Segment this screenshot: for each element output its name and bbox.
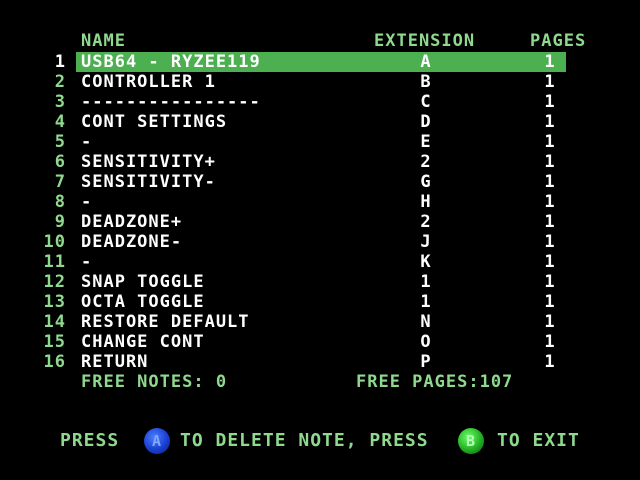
note-extension: D [420,112,432,132]
footer-delete-text: TO DELETE NOTE, PRESS [180,430,429,451]
note-name: - [81,252,93,272]
note-pages: 1 [544,252,556,272]
note-pages: 1 [544,332,556,352]
note-extension: 2 [420,212,432,232]
note-number: 8 [54,192,66,212]
note-pages: 1 [544,92,556,112]
column-header-pages: PAGES [530,31,587,51]
free-notes-count: FREE NOTES: 0 [81,372,228,392]
note-number: 3 [54,92,66,112]
note-name: ---------------- [81,92,261,112]
note-extension: E [420,132,432,152]
note-number: 7 [54,172,66,192]
note-name: CHANGE CONT [81,332,205,352]
note-pages: 1 [544,192,556,212]
note-pages: 1 [544,132,556,152]
note-extension: K [420,252,432,272]
note-extension: H [420,192,432,212]
note-extension: N [420,312,432,332]
note-number: 9 [54,212,66,232]
column-header-name: NAME [81,31,126,51]
note-pages: 1 [544,52,556,72]
note-name: USB64 - RYZEE119 [81,52,261,72]
note-number: 12 [43,272,66,292]
note-name: DEADZONE- [81,232,183,252]
note-row[interactable]: 13 OCTA TOGGLE 1 1 [0,292,640,312]
note-row[interactable]: 4 CONT SETTINGS D 1 [0,112,640,132]
note-row[interactable]: 12 SNAP TOGGLE 1 1 [0,272,640,292]
note-name: CONTROLLER 1 [81,72,216,92]
note-row[interactable]: 15 CHANGE CONT O 1 [0,332,640,352]
note-row[interactable]: 5- E 1 [0,132,640,152]
b-button-icon: B [458,428,484,454]
note-pages: 1 [544,272,556,292]
note-name: SENSITIVITY- [81,172,216,192]
note-row[interactable]: 3 ---------------- C 1 [0,92,640,112]
note-extension: 2 [420,152,432,172]
note-pages: 1 [544,292,556,312]
note-number: 15 [43,332,66,352]
note-name: - [81,192,93,212]
note-name: RESTORE DEFAULT [81,312,250,332]
note-row[interactable]: 6 SENSITIVITY+ 2 1 [0,152,640,172]
free-pages-count: FREE PAGES:107 [356,372,514,392]
note-number: 2 [54,72,66,92]
note-extension: 1 [420,292,432,312]
note-pages: 1 [544,152,556,172]
note-extension: B [420,72,432,92]
note-name: - [81,132,93,152]
note-extension: J [420,232,432,252]
note-name: DEADZONE+ [81,212,183,232]
note-row[interactable]: 14 RESTORE DEFAULT N 1 [0,312,640,332]
note-extension: A [420,52,432,72]
note-extension: 1 [420,272,432,292]
note-pages: 1 [544,112,556,132]
footer-exit-text: TO EXIT [497,430,580,451]
controller-pak-menu: NAME EXTENSION PAGES 1 USB64 - RYZEE119 A 1… [0,0,640,480]
note-number: 6 [54,152,66,172]
note-pages: 1 [544,352,556,372]
note-name: SNAP TOGGLE [81,272,205,292]
note-extension: C [420,92,432,112]
note-row[interactable]: 2 CONTROLLER 1 B 1 [0,72,640,92]
note-pages: 1 [544,212,556,232]
note-row[interactable]: 8- H 1 [0,192,640,212]
note-extension: P [420,352,432,372]
note-row[interactable]: 16 RETURN P 1 [0,352,640,372]
footer-press-text: PRESS [60,430,120,451]
note-row[interactable]: 7 SENSITIVITY- G 1 [0,172,640,192]
a-button-icon: A [144,428,170,454]
note-name: SENSITIVITY+ [81,152,216,172]
note-number: 11 [43,252,66,272]
note-row[interactable]: 1 USB64 - RYZEE119 A 1 [0,52,640,72]
note-pages: 1 [544,232,556,252]
note-extension: O [420,332,432,352]
note-number: 4 [54,112,66,132]
note-extension: G [420,172,432,192]
note-pages: 1 [544,312,556,332]
column-header-extension: EXTENSION [374,31,476,51]
note-number: 14 [43,312,66,332]
note-name: RETURN [81,352,149,372]
note-pages: 1 [544,172,556,192]
note-name: CONT SETTINGS [81,112,228,132]
note-number: 1 [54,52,66,72]
notes-list: 1 USB64 - RYZEE119 A 1 2 CONTROLLER 1 B 1 3 -----… [0,52,640,372]
note-row[interactable]: 11- K 1 [0,252,640,272]
note-number: 16 [43,352,66,372]
note-row[interactable]: 9 DEADZONE+ 2 1 [0,212,640,232]
note-row[interactable]: 10 DEADZONE- J 1 [0,232,640,252]
note-number: 5 [54,132,66,152]
note-number: 13 [43,292,66,312]
footer-instructions: PRESS A TO DELETE NOTE, PRESS B TO EXIT [0,428,640,454]
note-number: 10 [43,232,66,252]
note-name: OCTA TOGGLE [81,292,205,312]
note-pages: 1 [544,72,556,92]
